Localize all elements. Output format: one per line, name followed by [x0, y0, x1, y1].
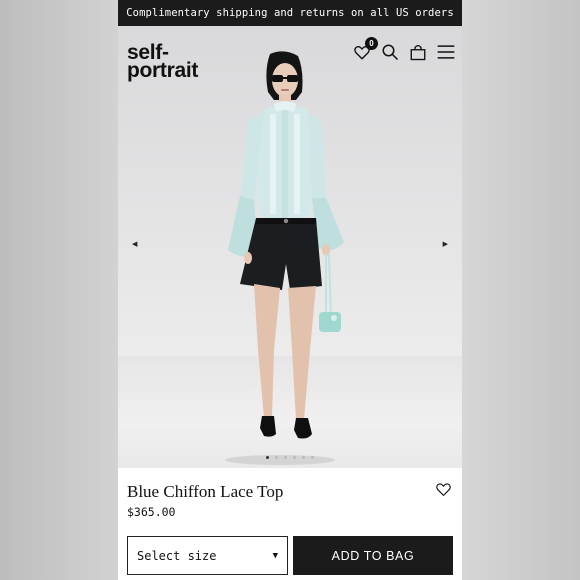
brand-logo-line2: portrait [127, 59, 199, 82]
wishlist-count-badge: 0 [365, 37, 378, 50]
carousel-dot[interactable] [311, 456, 314, 459]
add-to-bag-button[interactable]: ADD TO BAG [293, 536, 453, 575]
menu-button[interactable] [436, 42, 456, 62]
promo-banner: Complimentary shipping and returns on al… [118, 0, 462, 26]
brand-logo[interactable]: self- portrait [127, 42, 199, 82]
product-price: $365.00 [127, 505, 176, 519]
carousel-dot[interactable] [275, 456, 278, 459]
heart-icon [436, 483, 451, 497]
carousel-dot[interactable] [266, 456, 269, 459]
product-info: Blue Chiffon Lace Top $365.00 Select siz… [118, 468, 462, 580]
carousel-dot[interactable] [293, 456, 296, 459]
carousel-next-arrow-icon[interactable]: ▶ [443, 240, 448, 248]
search-icon [382, 44, 399, 61]
backdrop-right [462, 0, 580, 580]
chevron-down-icon: ▼ [272, 550, 278, 561]
carousel-dot[interactable] [302, 456, 305, 459]
menu-icon [437, 45, 455, 59]
bag-button[interactable] [408, 42, 428, 62]
wishlist-button[interactable]: 0 [352, 37, 378, 62]
carousel-dot[interactable] [284, 456, 287, 459]
size-select[interactable]: Select size ▼ [127, 536, 288, 575]
size-select-label: Select size [137, 548, 217, 563]
header-icons: 0 [352, 37, 456, 62]
bag-icon [410, 44, 426, 61]
backdrop-left [0, 0, 118, 580]
search-button[interactable] [380, 42, 400, 62]
product-photo [225, 51, 344, 465]
product-title: Blue Chiffon Lace Top [127, 482, 284, 501]
product-wishlist-button[interactable] [435, 481, 452, 502]
carousel-pagination [118, 456, 462, 459]
product-image-carousel[interactable]: self- portrait 0 ◀ ▶ [118, 26, 462, 468]
mobile-page: Complimentary shipping and returns on al… [118, 0, 462, 580]
carousel-prev-arrow-icon[interactable]: ◀ [132, 240, 137, 248]
